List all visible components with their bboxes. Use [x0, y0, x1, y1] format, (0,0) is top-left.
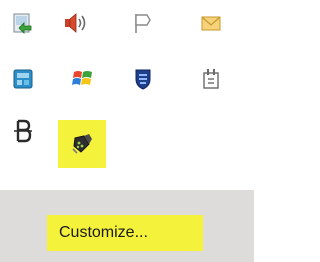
customize-bar: Customize... [0, 190, 254, 262]
app-window-icon[interactable] [0, 56, 46, 102]
notification-area-overflow-panel: Customize... [0, 0, 254, 262]
customize-link[interactable]: Customize... [47, 215, 203, 251]
bluetooth-b-icon[interactable] [0, 108, 46, 154]
volume-icon[interactable] [52, 0, 98, 46]
usb-device-icon[interactable] [58, 120, 106, 168]
windows-logo-icon[interactable] [60, 56, 106, 102]
power-plug-icon[interactable] [188, 56, 234, 102]
mail-envelope-icon[interactable] [188, 0, 234, 46]
tray-icon-grid [0, 0, 254, 190]
safely-remove-hardware-icon[interactable] [0, 0, 46, 46]
security-shield-icon[interactable] [120, 56, 166, 102]
action-center-flag-icon[interactable] [120, 0, 166, 46]
